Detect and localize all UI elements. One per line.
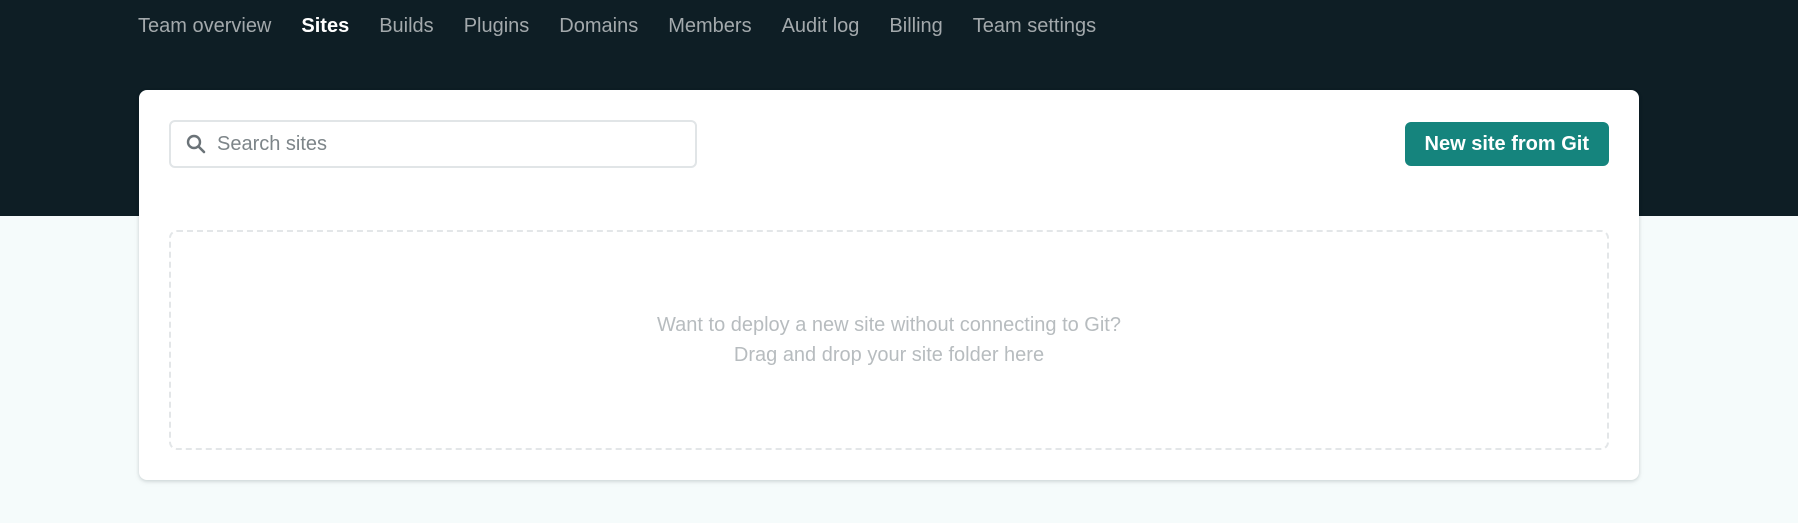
nav-item-team-settings[interactable]: Team settings <box>973 15 1096 38</box>
nav-item-domains[interactable]: Domains <box>559 15 638 38</box>
nav-item-billing[interactable]: Billing <box>889 15 942 38</box>
nav-item-team-overview[interactable]: Team overview <box>138 15 271 38</box>
site-folder-dropzone[interactable]: Want to deploy a new site without connec… <box>169 230 1609 450</box>
nav-item-members[interactable]: Members <box>668 15 751 38</box>
dropzone-instruction: Drag and drop your site folder here <box>733 344 1045 366</box>
team-nav: Team overview Sites Builds Plugins Domai… <box>138 0 1126 52</box>
nav-item-builds[interactable]: Builds <box>379 15 433 38</box>
search-box[interactable] <box>169 120 697 168</box>
dropzone-prompt: Want to deploy a new site without connec… <box>657 314 1121 336</box>
nav-item-sites[interactable]: Sites <box>301 15 349 38</box>
search-icon <box>185 133 207 155</box>
new-site-from-git-button[interactable]: New site from Git <box>1404 122 1609 166</box>
search-input[interactable] <box>217 124 677 164</box>
sites-card: New site from Git Want to deploy a new s… <box>139 90 1639 480</box>
nav-item-audit-log[interactable]: Audit log <box>782 15 860 38</box>
nav-item-plugins[interactable]: Plugins <box>464 15 530 38</box>
